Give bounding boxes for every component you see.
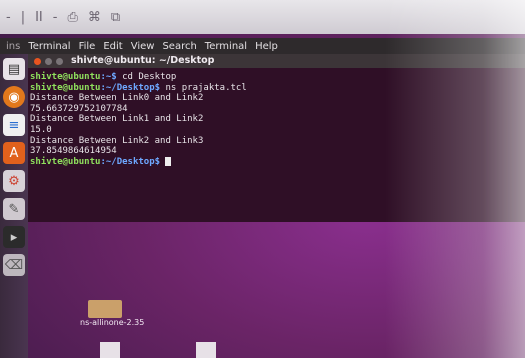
maximize-icon[interactable] — [56, 57, 63, 65]
text-cursor — [165, 156, 172, 166]
menu-terminal[interactable]: Terminal — [205, 41, 247, 52]
print-icon[interactable]: ⎙ — [67, 10, 77, 25]
menu-search[interactable]: Search — [162, 41, 196, 52]
menu-prefix: ins — [6, 40, 21, 52]
close-icon[interactable] — [34, 57, 41, 65]
menu-view[interactable]: View — [131, 41, 155, 52]
terminal-line: Distance Between Link1 and Link2 — [30, 114, 204, 125]
terminal-title: shivte@ubuntu: ~/Desktop — [71, 54, 215, 66]
terminal-line: shivte@ubuntu:~/Desktop$ — [30, 156, 521, 168]
menu-edit[interactable]: Edit — [103, 41, 122, 52]
folder-icon[interactable] — [88, 300, 122, 318]
terminal-line: Distance Between Link2 and Link3 — [30, 135, 204, 146]
terminal-titlebar: shivte@ubuntu: ~/Desktop — [28, 54, 525, 68]
terminal-line: Distance Between Link0 and Link2 — [30, 93, 204, 104]
desktop-file-icon-2[interactable] — [196, 342, 216, 358]
terminal-output[interactable]: shivte@ubuntu:~$ cd Desktop shivte@ubunt… — [28, 68, 525, 167]
terminal-line: 15.0 — [30, 124, 52, 135]
window-icon[interactable]: ⧉ — [111, 10, 120, 25]
firefox-icon[interactable]: ◉ — [3, 86, 25, 108]
software-center-icon[interactable]: A — [3, 142, 25, 164]
top-toolbar: - | II - ⎙ ⌘ ⧉ — [0, 0, 525, 34]
tools-icon[interactable]: ✎ — [3, 198, 25, 220]
photographed-screen: - | II - ⎙ ⌘ ⧉ ins Terminal File Edit Vi… — [0, 0, 525, 358]
desktop-file-icon[interactable] — [100, 342, 120, 358]
pause-icon[interactable]: II — [35, 10, 43, 25]
toolbar-separator-icon: | — [20, 9, 26, 25]
minimize-icon[interactable] — [45, 57, 52, 65]
command-icon[interactable]: ⌘ — [88, 10, 101, 25]
unity-launcher: ▤ ◉ ≡ A ⚙ ✎ ▸ ⌫ — [0, 54, 28, 358]
files-icon[interactable]: ▤ — [3, 58, 25, 80]
toolbar-dash-icon[interactable]: - — [6, 10, 11, 25]
settings-icon[interactable]: ⚙ — [3, 170, 25, 192]
writer-icon[interactable]: ≡ — [3, 114, 25, 136]
terminal-line: 37.8549864614954 — [30, 146, 117, 157]
terminal-line: shivte@ubuntu:~$ cd Desktop — [30, 72, 177, 82]
terminal-line: 75.663729752107784 — [30, 103, 128, 114]
toolbar-dash-icon-2[interactable]: - — [53, 10, 58, 25]
desktop-folder-label[interactable]: ns-allinone-2.35 — [80, 318, 144, 327]
menu-file[interactable]: File — [79, 41, 96, 52]
terminal-launcher-icon[interactable]: ▸ — [3, 226, 25, 248]
menu-terminal-app[interactable]: Terminal — [28, 41, 70, 52]
menu-bar: ins Terminal File Edit View Search Termi… — [0, 38, 525, 54]
terminal-line: shivte@ubuntu:~/Desktop$ ns prajakta.tcl — [30, 82, 247, 93]
menu-help[interactable]: Help — [255, 41, 278, 52]
terminal-window[interactable]: shivte@ubuntu: ~/Desktop shivte@ubuntu:~… — [28, 54, 525, 222]
trash-icon[interactable]: ⌫ — [3, 254, 25, 276]
